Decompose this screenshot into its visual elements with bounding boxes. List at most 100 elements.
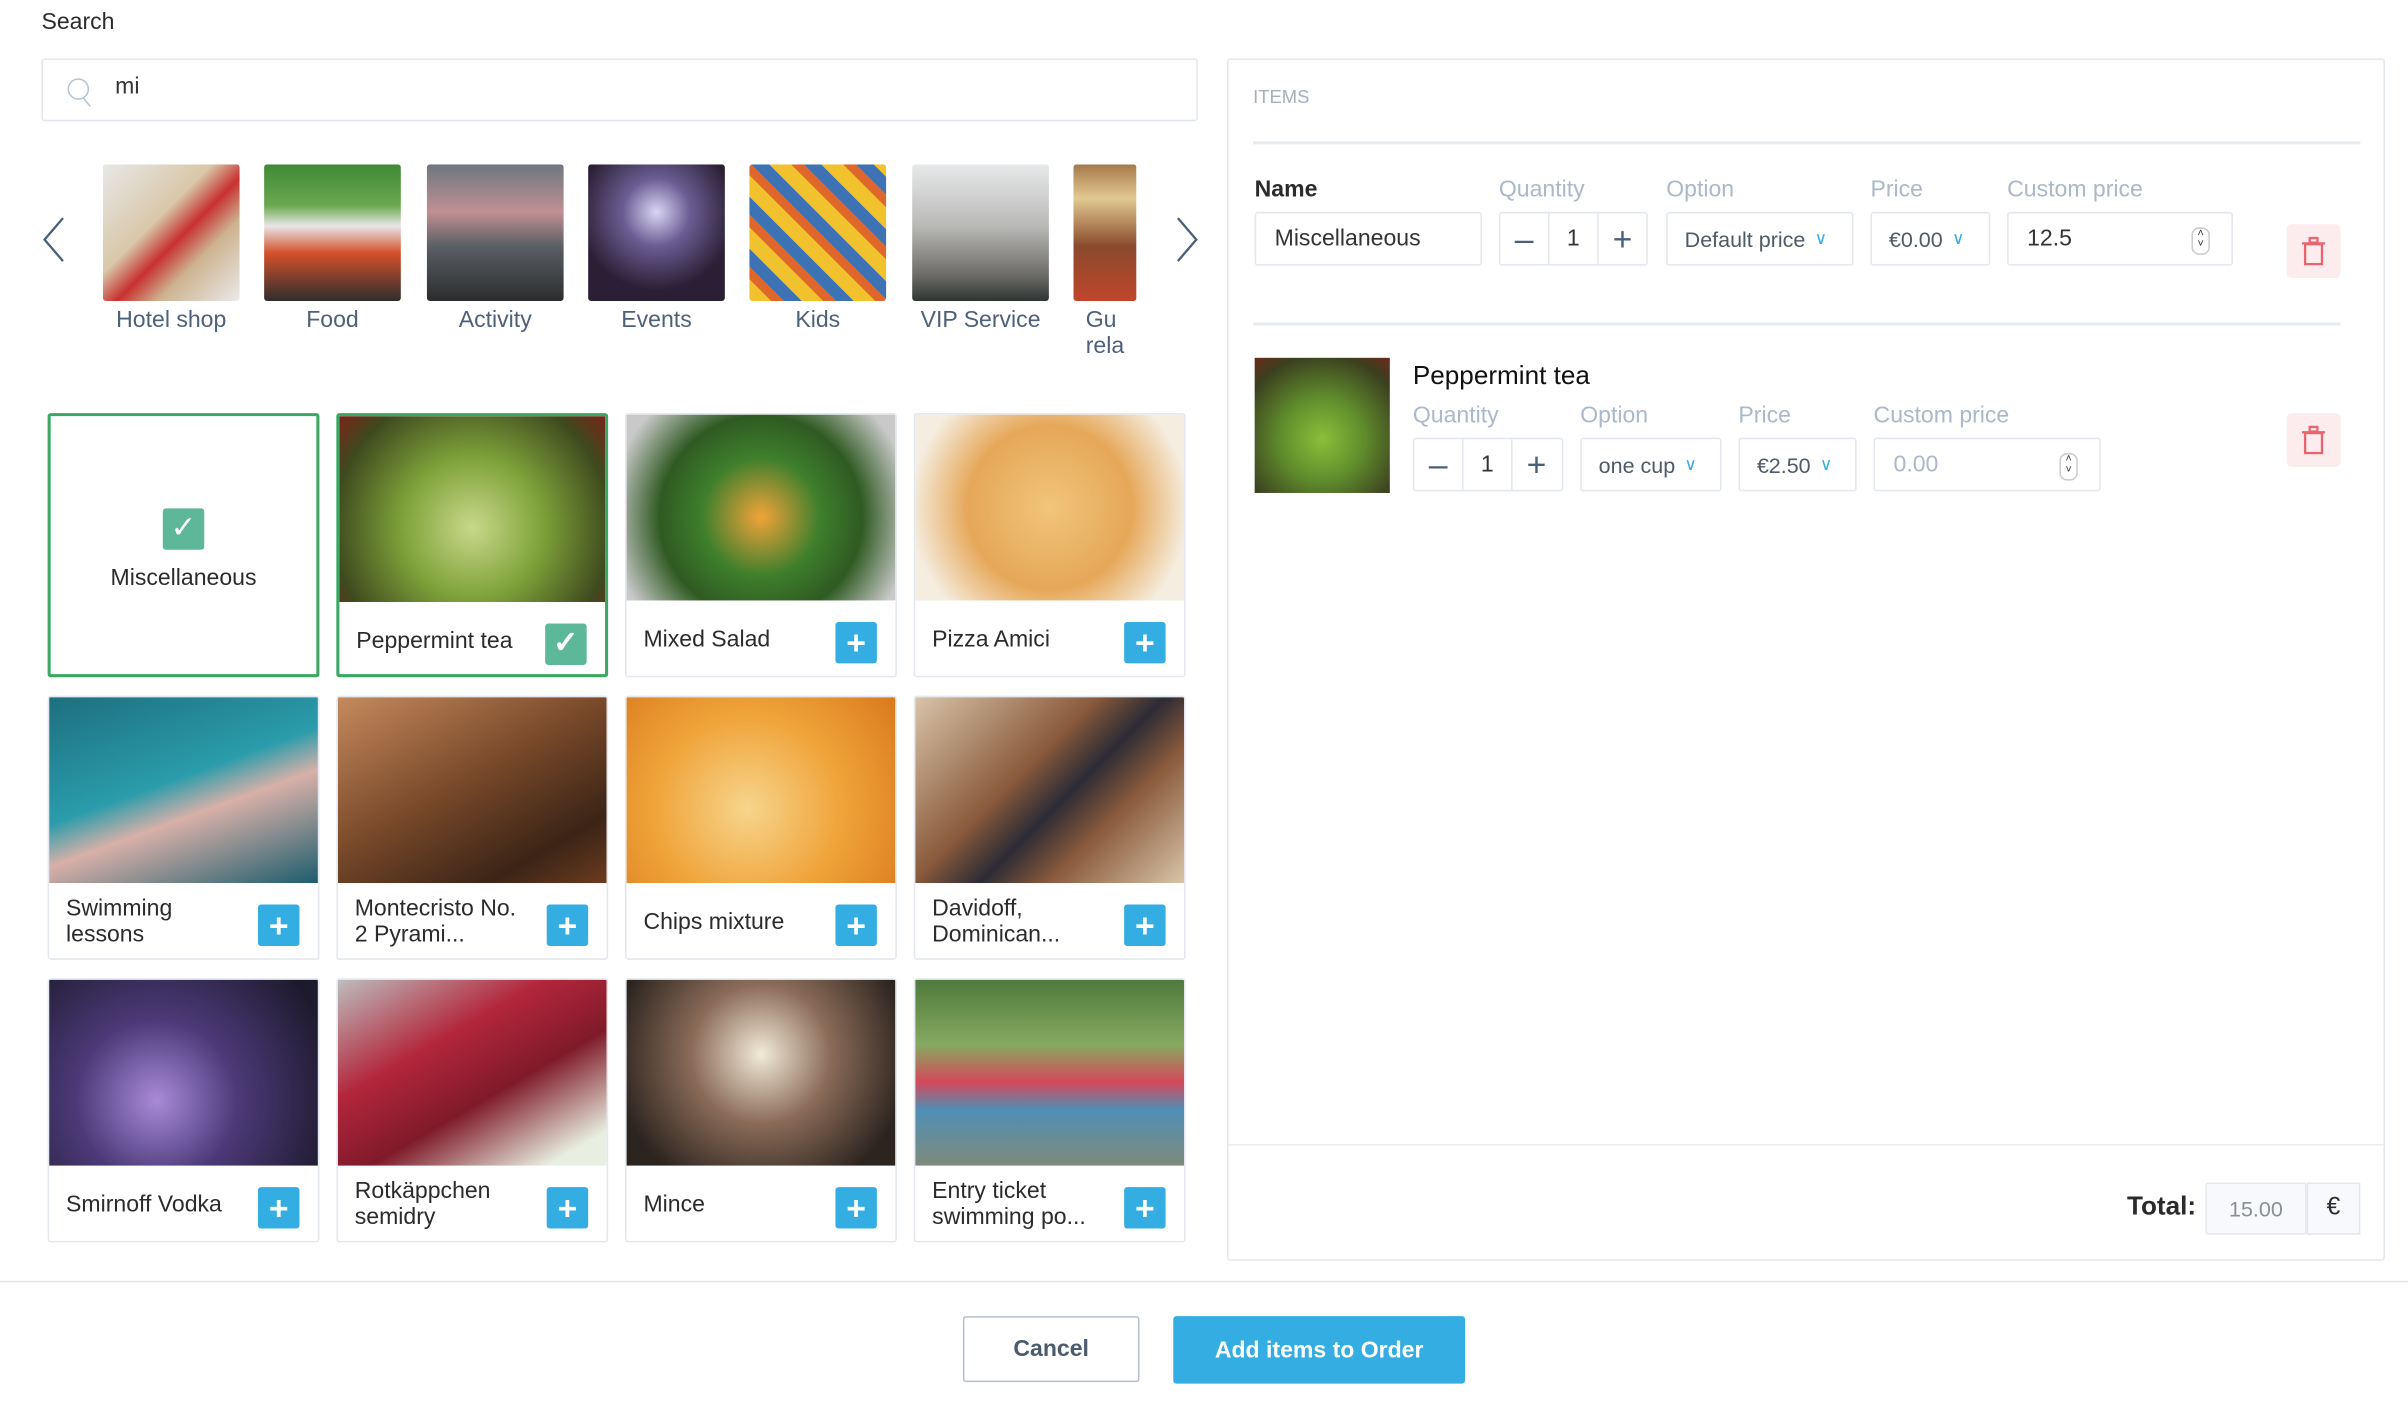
quantity-value[interactable]: 1 (1461, 439, 1513, 490)
header-price: Price (1738, 402, 1791, 429)
search-box[interactable] (41, 58, 1198, 122)
plus-icon: + (1134, 623, 1155, 662)
category-image (426, 164, 564, 301)
product-card[interactable]: Swimming lessons + (47, 695, 320, 960)
price-select[interactable]: €2.50 ∨ (1738, 437, 1857, 492)
delete-item-button[interactable] (2286, 413, 2341, 467)
footer-divider (0, 1280, 2408, 1283)
price-select[interactable]: €0.00 ∨ (1870, 211, 1991, 266)
add-product-button[interactable]: + (257, 904, 300, 946)
product-card[interactable]: Montecristo No. 2 Pyrami... + (336, 695, 609, 960)
product-image (915, 979, 1185, 1166)
category-image (588, 164, 725, 301)
product-name: Rotkäppchen semidry (354, 1177, 491, 1231)
quantity-value[interactable]: 1 (1547, 213, 1599, 265)
item-name-input[interactable]: Miscellaneous (1254, 211, 1482, 266)
carousel-next-button[interactable] (1175, 215, 1200, 264)
category-activity[interactable]: Activity (426, 164, 564, 334)
header-option: Option (1580, 402, 1649, 429)
product-image (337, 697, 607, 884)
item-thumbnail (1254, 357, 1390, 493)
search-icon (67, 78, 90, 100)
category-guest-relations[interactable]: Gu rela (1073, 164, 1137, 359)
product-name: Peppermint tea (356, 627, 513, 654)
product-name: Mixed Salad (643, 625, 771, 652)
add-product-button[interactable]: + (1124, 621, 1166, 664)
add-product-button[interactable]: + (1124, 904, 1166, 946)
plus-icon: + (1134, 1188, 1155, 1228)
product-image (337, 979, 607, 1166)
product-name: Miscellaneous (110, 565, 257, 592)
decrement-button[interactable]: – (1414, 439, 1462, 490)
misc-content: ✓ Miscellaneous (51, 508, 317, 591)
search-input[interactable] (112, 72, 1178, 102)
search-label: Search (41, 9, 115, 36)
product-card[interactable]: Mince + (625, 978, 897, 1243)
quantity-stepper[interactable]: – 1 + (1498, 211, 1648, 266)
increment-button[interactable]: + (1513, 439, 1561, 490)
add-product-button[interactable]: + (1124, 1187, 1166, 1229)
add-product-button[interactable]: + (257, 1187, 300, 1229)
category-hotel-shop[interactable]: Hotel shop (102, 164, 240, 334)
header-custom-price: Custom price (2007, 176, 2143, 203)
custom-price-input[interactable]: 12.5 ˄ ˅ (2007, 211, 2233, 266)
price-value: €2.50 (1756, 452, 1811, 477)
product-name: Davidoff, Dominican... (932, 895, 1061, 948)
option-select[interactable]: Default price ∨ (1666, 211, 1854, 266)
product-image (915, 697, 1185, 884)
product-card[interactable]: Davidoff, Dominican... + (913, 695, 1186, 960)
product-card[interactable]: Mixed Salad + (625, 413, 897, 678)
add-items-to-order-button[interactable]: Add items to Order (1173, 1316, 1466, 1384)
product-card[interactable]: Entry ticket swimming po... + (913, 978, 1186, 1243)
category-label: Activity (458, 307, 532, 334)
chevron-down-icon: ∨ (1819, 456, 1833, 475)
delete-item-button[interactable] (2286, 224, 2341, 278)
product-name: Swimming lessons (66, 895, 173, 948)
add-product-button[interactable]: + (835, 621, 877, 664)
cancel-button[interactable]: Cancel (962, 1316, 1140, 1383)
product-card[interactable]: Rotkäppchen semidry + (336, 978, 609, 1243)
currency-label: € (2306, 1182, 2361, 1235)
product-image (915, 414, 1185, 601)
custom-price-input[interactable]: 0.00 ˄ ˅ (1873, 437, 2101, 492)
add-product-button[interactable]: + (546, 904, 589, 946)
increment-button[interactable]: + (1599, 213, 1647, 264)
decrement-button[interactable]: – (1500, 213, 1548, 264)
spinner-icon[interactable]: ˄ ˅ (2059, 453, 2078, 481)
category-events[interactable]: Events (588, 164, 725, 333)
plus-icon: + (557, 1188, 578, 1228)
category-label: Events (621, 307, 692, 334)
category-label: VIP Service (920, 307, 1041, 334)
category-image (912, 164, 1049, 301)
plus-icon: + (268, 906, 289, 945)
product-card[interactable]: Smirnoff Vodka + (47, 978, 320, 1243)
add-product-button[interactable]: + (546, 1187, 589, 1229)
option-select[interactable]: one cup ∨ (1580, 437, 1722, 492)
check-icon[interactable]: ✓ (162, 508, 205, 550)
category-food[interactable]: Food (264, 164, 401, 333)
add-product-button[interactable]: + (835, 1187, 877, 1229)
add-product-button[interactable]: + (835, 904, 877, 946)
custom-price-value: 12.5 (2027, 225, 2072, 252)
product-card[interactable]: Chips mixture + (625, 695, 897, 960)
product-card[interactable]: Pizza Amici + (913, 413, 1186, 678)
carousel-prev-button[interactable] (41, 215, 66, 264)
total-label: Total: (2126, 1191, 2197, 1221)
chevron-right-icon (1177, 217, 1198, 262)
price-value: €0.00 (1888, 226, 1943, 252)
spinner-icon[interactable]: ˄ ˅ (2191, 227, 2210, 255)
plus-icon: + (557, 906, 578, 945)
product-card[interactable]: ✓ Miscellaneous (47, 413, 320, 678)
divider (1228, 1144, 2384, 1146)
plus-icon: + (846, 1188, 867, 1228)
product-card[interactable]: Peppermint tea ✓ (336, 413, 609, 678)
category-label: Food (306, 307, 359, 334)
category-label: Hotel shop (116, 307, 227, 334)
selected-check-button[interactable]: ✓ (545, 623, 587, 665)
product-name: Entry ticket swimming po... (932, 1177, 1086, 1231)
header-name: Name (1254, 176, 1318, 203)
category-kids[interactable]: Kids (749, 164, 887, 333)
quantity-stepper[interactable]: – 1 + (1412, 437, 1564, 492)
product-name: Mince (643, 1190, 705, 1218)
category-vip-service[interactable]: VIP Service (912, 164, 1049, 333)
